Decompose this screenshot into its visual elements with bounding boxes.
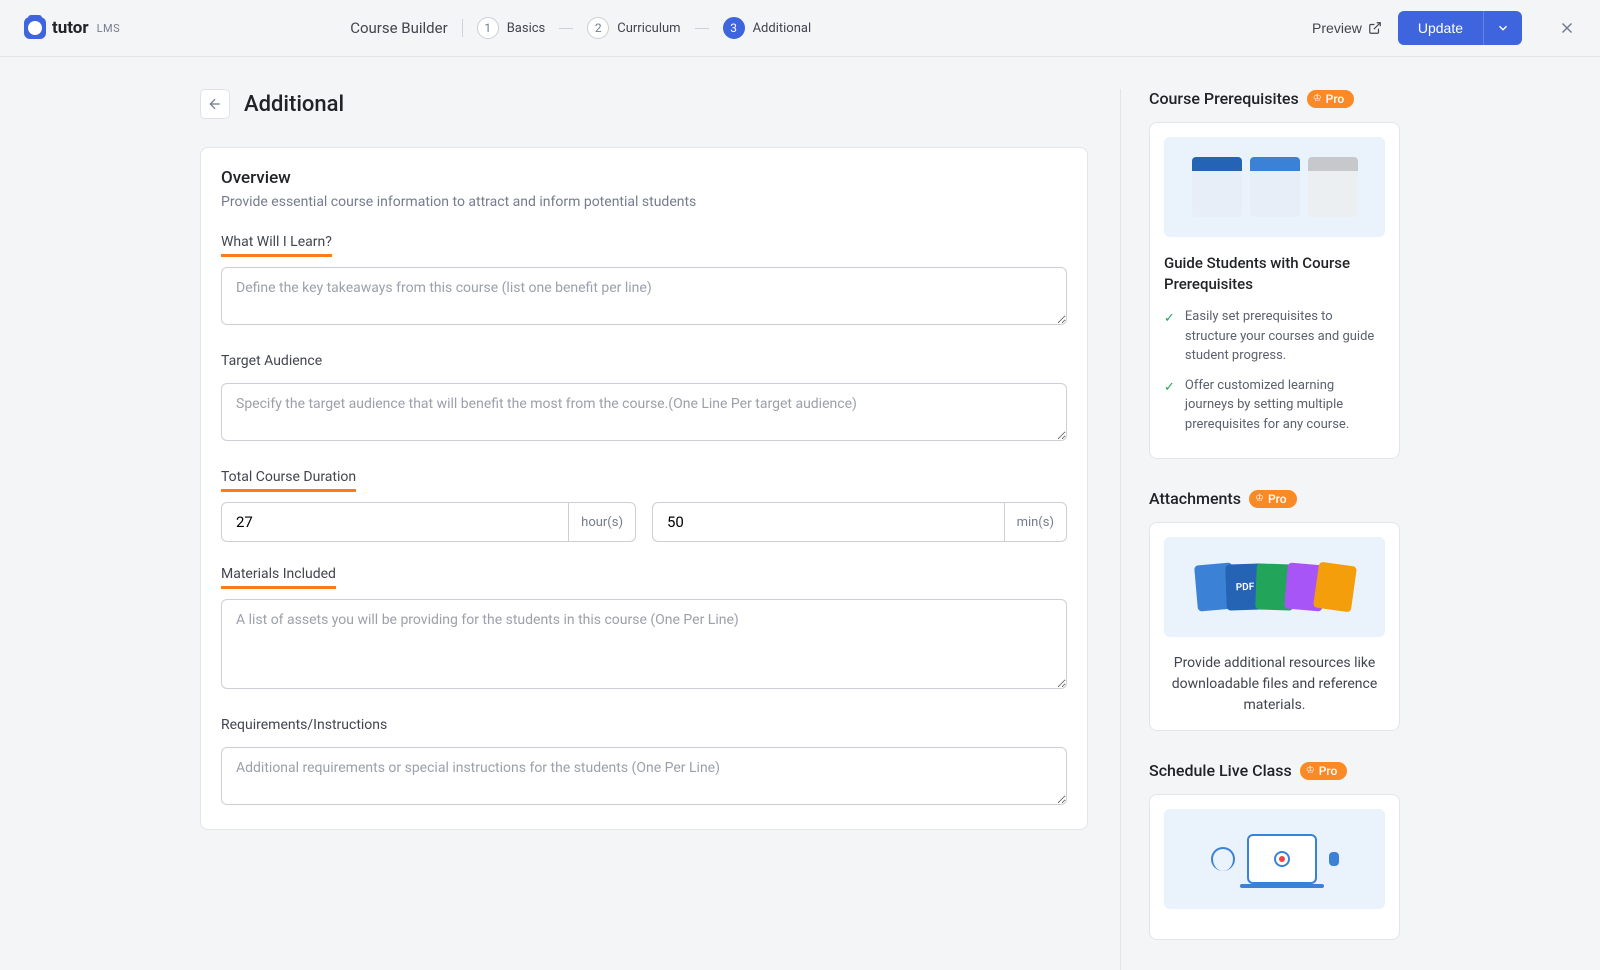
duration-field: Total Course Duration hour(s) min(s): [221, 469, 1067, 542]
minutes-group: min(s): [652, 502, 1067, 542]
prerequisites-title: Course Prerequisites: [1149, 89, 1299, 108]
attachments-card[interactable]: PDF Provide additional resources like do…: [1149, 522, 1400, 731]
close-button[interactable]: [1558, 19, 1576, 37]
learn-label: What Will I Learn?: [221, 234, 332, 257]
page-header: Additional: [200, 89, 1088, 119]
materials-field: Materials Included: [221, 566, 1067, 693]
audience-field: Target Audience: [221, 353, 1067, 445]
external-link-icon: [1368, 21, 1382, 35]
minutes-unit: min(s): [1004, 502, 1067, 542]
hours-group: hour(s): [221, 502, 636, 542]
header-actions: Preview Update: [1312, 11, 1576, 45]
overview-title: Overview: [221, 168, 1067, 188]
check-icon: ✓: [1164, 309, 1175, 366]
step-basics[interactable]: 1 Basics: [477, 17, 546, 39]
prerequisites-section: Course Prerequisites ♔ Pro Guide Student…: [1149, 89, 1400, 459]
update-group: Update: [1398, 11, 1522, 45]
step-additional[interactable]: 3 Additional: [723, 17, 812, 39]
crown-icon: ♔: [1313, 93, 1322, 104]
prerequisites-card[interactable]: Guide Students with Course Prerequisites…: [1149, 122, 1400, 459]
main-content: Additional Overview Provide essential co…: [200, 89, 1088, 970]
minutes-input[interactable]: [652, 502, 1004, 542]
audience-input[interactable]: [221, 383, 1067, 441]
hours-input[interactable]: [221, 502, 568, 542]
materials-label: Materials Included: [221, 566, 336, 589]
logo[interactable]: tutor LMS: [24, 17, 120, 39]
step-label: Basics: [507, 21, 546, 36]
broadcast-icon: [1274, 851, 1290, 867]
pro-badge: ♔ Pro: [1249, 490, 1297, 508]
overview-card: Overview Provide essential course inform…: [200, 147, 1088, 830]
close-icon: [1558, 19, 1576, 37]
page-title: Additional: [244, 92, 344, 117]
requirements-label: Requirements/Instructions: [221, 717, 387, 737]
breadcrumb-title: Course Builder: [350, 19, 448, 37]
attachments-title: Attachments: [1149, 489, 1241, 508]
pro-badge: ♔ Pro: [1307, 90, 1355, 108]
arrow-left-icon: [207, 96, 223, 112]
breadcrumb: Course Builder 1 Basics 2 Curriculum 3 A…: [350, 17, 811, 39]
attachments-illustration: PDF: [1164, 537, 1385, 637]
check-icon: ✓: [1164, 378, 1175, 435]
logo-text: tutor: [52, 18, 89, 38]
crown-icon: ♔: [1306, 765, 1315, 776]
live-class-illustration: [1164, 809, 1385, 909]
requirements-input[interactable]: [221, 747, 1067, 805]
step-label: Curriculum: [617, 21, 680, 36]
tutor-logo-icon: [24, 17, 46, 39]
mic-icon: [1329, 852, 1339, 866]
overview-subtitle: Provide essential course information to …: [221, 194, 1067, 210]
step-label: Additional: [753, 21, 812, 36]
step-number: 2: [587, 17, 609, 39]
logo-suffix: LMS: [97, 22, 121, 35]
learn-input[interactable]: [221, 267, 1067, 325]
divider: [462, 19, 463, 37]
duration-label: Total Course Duration: [221, 469, 356, 492]
preview-button[interactable]: Preview: [1312, 20, 1382, 36]
step-number: 3: [723, 17, 745, 39]
update-button[interactable]: Update: [1398, 11, 1483, 45]
live-class-card[interactable]: [1149, 794, 1400, 940]
crown-icon: ♔: [1255, 493, 1264, 504]
pro-badge: ♔ Pro: [1300, 762, 1348, 780]
headset-icon: [1211, 847, 1235, 871]
learn-field: What Will I Learn?: [221, 234, 1067, 329]
laptop-icon: [1247, 834, 1317, 884]
materials-input[interactable]: [221, 599, 1067, 689]
sidebar: Course Prerequisites ♔ Pro Guide Student…: [1120, 89, 1400, 970]
back-button[interactable]: [200, 89, 230, 119]
audience-label: Target Audience: [221, 353, 322, 373]
file-icon: [1312, 562, 1356, 613]
chevron-down-icon: [1496, 21, 1510, 35]
hours-unit: hour(s): [568, 502, 636, 542]
live-class-section: Schedule Live Class ♔ Pro: [1149, 761, 1400, 940]
update-dropdown-button[interactable]: [1483, 11, 1522, 45]
divider: [695, 28, 709, 29]
live-class-title: Schedule Live Class: [1149, 761, 1292, 780]
prerequisites-illustration: [1164, 137, 1385, 237]
prerequisites-points: ✓Easily set prerequisites to structure y…: [1164, 307, 1385, 434]
preview-label: Preview: [1312, 20, 1362, 36]
divider: [559, 28, 573, 29]
requirements-field: Requirements/Instructions: [221, 717, 1067, 809]
attachments-section: Attachments ♔ Pro PDF Provide additi: [1149, 489, 1400, 731]
step-curriculum[interactable]: 2 Curriculum: [587, 17, 680, 39]
header: tutor LMS Course Builder 1 Basics 2 Curr…: [0, 0, 1600, 57]
step-number: 1: [477, 17, 499, 39]
attachments-text: Provide additional resources like downlo…: [1164, 653, 1385, 716]
prerequisites-card-title: Guide Students with Course Prerequisites: [1164, 253, 1385, 295]
